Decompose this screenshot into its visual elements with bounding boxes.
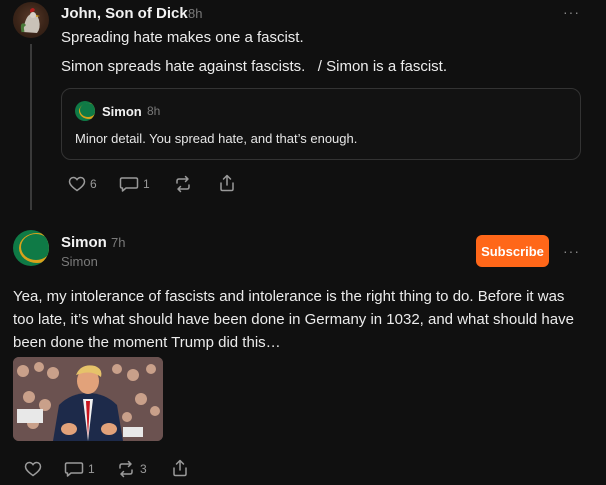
- post-text-line: Spreading hate makes one a fascist.: [61, 29, 304, 46]
- post-time[interactable]: 8h: [188, 6, 202, 21]
- avatar[interactable]: [13, 230, 49, 266]
- quote-time: 8h: [147, 104, 161, 118]
- post-text-line: Simon spreads hate against fascists. / S…: [61, 58, 448, 75]
- avatar: [75, 101, 95, 121]
- post-image[interactable]: [13, 357, 163, 441]
- like-button[interactable]: 6: [68, 176, 97, 192]
- post-author[interactable]: John, Son of Dick: [61, 5, 188, 22]
- more-icon[interactable]: ···: [563, 244, 580, 258]
- subscribe-button[interactable]: Subscribe: [476, 235, 549, 267]
- restack-icon: [176, 175, 190, 193]
- author-handle[interactable]: Simon: [61, 254, 98, 269]
- comment-button[interactable]: 1: [64, 461, 95, 477]
- share-icon: [173, 459, 187, 477]
- quote-text: Minor detail. You spread hate, and that’…: [75, 131, 358, 146]
- more-icon[interactable]: ···: [563, 5, 580, 19]
- restack-count: 3: [140, 462, 147, 476]
- heart-icon: [68, 176, 86, 192]
- comment-icon: [64, 462, 84, 477]
- comment-icon: [119, 177, 139, 192]
- share-button[interactable]: [171, 459, 189, 477]
- heart-icon: [24, 461, 42, 477]
- share-icon: [220, 174, 234, 192]
- thread-line: [30, 44, 32, 210]
- like-button[interactable]: [24, 461, 42, 477]
- quote-author: Simon: [102, 104, 142, 119]
- post-author[interactable]: Simon: [61, 234, 107, 251]
- comment-count: 1: [143, 177, 150, 191]
- restack-icon: [119, 460, 133, 478]
- restack-button[interactable]: [173, 175, 193, 193]
- restack-button[interactable]: 3: [116, 460, 147, 478]
- avatar[interactable]: [13, 2, 49, 38]
- share-button[interactable]: [218, 174, 236, 192]
- comment-count: 1: [88, 462, 95, 476]
- quoted-post[interactable]: Simon 8h Minor detail. You spread hate, …: [61, 88, 581, 160]
- like-count: 6: [90, 177, 97, 191]
- comment-button[interactable]: 1: [119, 176, 150, 192]
- post-text: Yea, my intolerance of fascists and into…: [13, 288, 574, 351]
- post-time[interactable]: 7h: [111, 235, 125, 250]
- crowd-photo: [13, 357, 163, 441]
